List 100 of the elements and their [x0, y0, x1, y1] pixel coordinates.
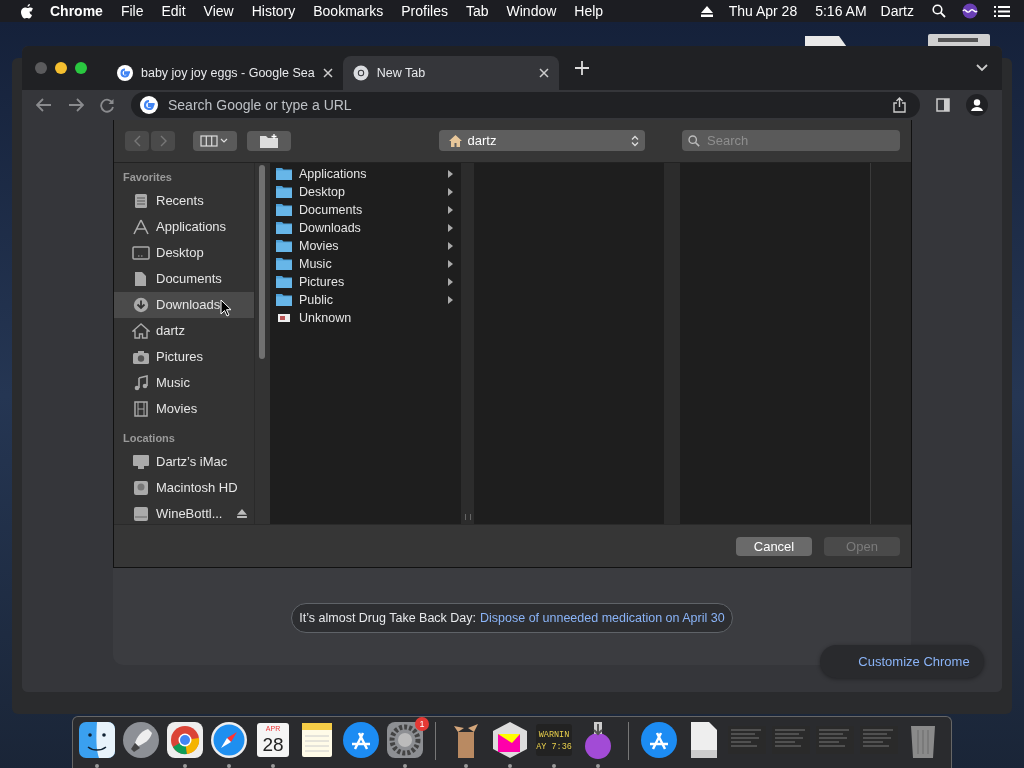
sidebar-icon — [132, 348, 150, 365]
sidebar-icon — [132, 479, 150, 496]
reload-icon[interactable] — [100, 97, 115, 113]
browser-tab[interactable]: New Tab — [342, 56, 559, 90]
apple-icon[interactable] — [20, 3, 34, 19]
sidebar-heading: Favorites — [122, 169, 173, 185]
sidebar-item[interactable]: WineBottl... — [114, 500, 254, 525]
folder-icon — [276, 203, 292, 217]
sidebar-item[interactable]: Applications — [114, 213, 254, 240]
view-mode-button[interactable] — [193, 130, 237, 151]
file-row[interactable]: Unknown — [270, 308, 461, 327]
profile-icon[interactable] — [966, 94, 988, 116]
menu-item[interactable]: Tab — [465, 3, 489, 19]
share-icon[interactable] — [893, 97, 906, 113]
close-icon[interactable] — [538, 68, 549, 78]
menu-time[interactable]: 5:16 AM — [815, 3, 867, 19]
sidebar-item[interactable]: Music — [114, 369, 254, 396]
sidebar-item[interactable]: dartz — [114, 317, 254, 344]
file-row[interactable]: Documents — [270, 200, 461, 219]
menu-item[interactable]: Edit — [161, 3, 186, 19]
search-icon[interactable] — [932, 4, 946, 18]
scrollbar-thumb[interactable] — [259, 164, 265, 359]
menu-item[interactable]: Bookmarks — [313, 3, 384, 19]
minimize-button[interactable] — [55, 62, 67, 74]
notification-badge: 1 — [415, 717, 429, 731]
forward-icon[interactable] — [68, 98, 84, 112]
customize-chrome-button[interactable]: Customize Chrome — [820, 645, 984, 678]
sidebar-item[interactable]: Downloads — [114, 291, 254, 318]
folder-icon — [276, 275, 292, 289]
eject-icon[interactable] — [237, 509, 247, 519]
sidebar-icon — [132, 322, 150, 339]
chevron-down-icon[interactable] — [976, 64, 988, 72]
sidebar-icon — [132, 218, 150, 235]
chevron-left-icon — [133, 134, 141, 147]
sidebar-icon — [132, 296, 150, 313]
address-input[interactable]: Search Google or type a URL — [166, 96, 885, 114]
sidebar-heading: Locations — [122, 430, 176, 446]
file-row[interactable]: Desktop — [270, 182, 461, 201]
user-menu[interactable]: Dartz — [880, 3, 914, 19]
app-menu[interactable]: Chrome — [50, 3, 103, 19]
zoom-button[interactable] — [75, 62, 87, 74]
browser-tab[interactable]: baby joy joy eggs - Google Sea — [107, 56, 343, 90]
search-icon — [688, 134, 700, 147]
new-folder-button[interactable] — [247, 130, 291, 151]
folder-icon — [276, 221, 292, 235]
sidebar-icon — [132, 400, 150, 417]
folder-icon — [276, 239, 292, 253]
menu-item[interactable]: Profiles — [401, 3, 448, 19]
sidebar-item[interactable]: Recents — [114, 187, 254, 214]
side-panel-icon[interactable] — [936, 98, 950, 112]
sidebar-icon — [132, 244, 150, 261]
file-icon — [276, 311, 292, 325]
close-icon[interactable] — [322, 68, 333, 78]
finder-icon[interactable] — [77, 720, 117, 760]
updown-icon — [630, 134, 639, 147]
gear-icon[interactable] — [385, 720, 425, 760]
sidebar-icon — [132, 374, 150, 391]
promo-link[interactable]: Dispose of unneeded medication on April 30 — [480, 611, 725, 625]
folder-icon — [276, 257, 292, 271]
appstore-icon[interactable] — [639, 720, 679, 760]
appstore-icon[interactable] — [341, 720, 381, 760]
location-popup[interactable]: dartz — [438, 130, 645, 152]
file-row[interactable]: Music — [270, 254, 461, 273]
file-row[interactable]: Pictures — [270, 272, 461, 291]
file-row[interactable]: Movies — [270, 236, 461, 255]
sidebar-item[interactable]: Pictures — [114, 343, 254, 370]
sidebar-item[interactable]: Dartz’s iMac — [114, 448, 254, 475]
close-button[interactable] — [35, 62, 47, 74]
list-icon[interactable] — [994, 4, 1010, 18]
compass-icon[interactable] — [209, 720, 249, 760]
file-row[interactable]: Downloads — [270, 218, 461, 237]
menu-item[interactable]: View — [203, 3, 234, 19]
sidebar-item[interactable]: Movies — [114, 395, 254, 422]
new-tab-icon[interactable] — [574, 61, 589, 75]
dialog-button[interactable]: Cancel — [736, 536, 812, 556]
folder-icon — [276, 185, 292, 199]
file-row[interactable]: Public — [270, 290, 461, 309]
eject-icon[interactable] — [700, 5, 713, 17]
menu-item[interactable]: Help — [574, 3, 604, 19]
folder-icon — [276, 167, 292, 181]
chrome-icon[interactable] — [165, 720, 205, 760]
sidebar-icon — [132, 192, 150, 209]
sidebar-item[interactable]: Documents — [114, 265, 254, 292]
menu-item[interactable]: History — [251, 3, 296, 19]
rocket-icon[interactable] — [121, 720, 161, 760]
siri-icon[interactable] — [962, 3, 978, 19]
cube-icon[interactable] — [490, 720, 530, 760]
google-icon — [140, 96, 158, 114]
back-icon[interactable] — [36, 98, 52, 112]
sidebar-item[interactable]: Desktop — [114, 239, 254, 266]
address-bar[interactable]: Search Google or type a URL — [131, 92, 920, 118]
home-icon — [448, 134, 462, 147]
menu-item[interactable]: File — [120, 3, 144, 19]
sidebar-item[interactable]: Macintosh HD — [114, 474, 254, 501]
menu-date[interactable]: Thu Apr 28 — [728, 3, 798, 19]
sidebar-icon — [132, 453, 150, 470]
columns-icon — [200, 134, 230, 147]
file-row[interactable]: Applications — [270, 164, 461, 183]
menu-item[interactable]: Window — [506, 3, 557, 19]
google-icon — [117, 65, 133, 81]
